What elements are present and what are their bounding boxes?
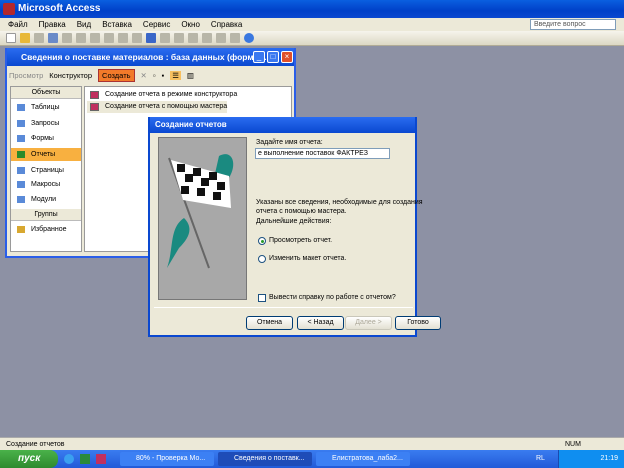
ask-question-input[interactable]: Введите вопрос: [530, 19, 616, 30]
start-button[interactable]: пуск: [0, 450, 58, 468]
undo-icon[interactable]: [146, 33, 156, 43]
small-icons-icon[interactable]: ▪: [162, 71, 165, 80]
report-icon: [17, 151, 25, 158]
system-tray: 21:19: [558, 450, 624, 468]
checkered-flag-image: [158, 137, 247, 300]
modify-option-label[interactable]: Изменить макет отчета.: [269, 255, 346, 262]
spelling-icon[interactable]: [90, 33, 100, 43]
design-button[interactable]: Конструктор: [49, 71, 92, 80]
report-name-input[interactable]: е выполнение поставок ФАКТРЕЗ: [255, 148, 390, 159]
report-wizard-dialog: Создание отчетов Задайте имя отчета: е в…: [148, 117, 441, 337]
divider: [154, 307, 413, 308]
new-object-icon[interactable]: [230, 33, 240, 43]
preview-button[interactable]: Просмотр: [9, 71, 43, 80]
favorites-icon: [17, 226, 25, 233]
groups-header[interactable]: Группы: [11, 209, 81, 221]
cancel-button[interactable]: Отмена: [246, 316, 293, 330]
info-text-2: отчета с помощью мастера.: [256, 208, 347, 215]
objects-panel: Объекты Таблицы Запросы Формы Отчеты Стр…: [10, 86, 82, 252]
group-favorites[interactable]: Избранное: [11, 223, 81, 236]
object-queries[interactable]: Запросы: [11, 117, 81, 130]
cut-icon[interactable]: [104, 33, 114, 43]
help-checkbox[interactable]: [258, 294, 266, 302]
search-icon[interactable]: [48, 33, 58, 43]
table-icon: [17, 104, 25, 111]
object-reports[interactable]: Отчеты: [11, 148, 81, 161]
preview-option-label[interactable]: Просмотреть отчет.: [269, 237, 332, 244]
task-word-document[interactable]: Елистратова_лаба2...: [316, 452, 410, 466]
menu-window[interactable]: Окно: [181, 20, 200, 29]
language-indicator[interactable]: RL: [536, 450, 545, 468]
excel-icon[interactable]: [80, 454, 90, 464]
open-icon[interactable]: [20, 33, 30, 43]
database-toolbar: Просмотр Конструктор Создать ✕ ▫ ▪ ☰ ▥: [9, 67, 292, 84]
delete-icon[interactable]: ✕: [141, 71, 147, 80]
menu-tools[interactable]: Сервис: [143, 20, 170, 29]
paste-icon[interactable]: [132, 33, 142, 43]
menu-view[interactable]: Вид: [77, 20, 91, 29]
list-view-icon[interactable]: ☰: [170, 71, 181, 80]
details-view-icon[interactable]: ▥: [187, 71, 194, 80]
object-tables[interactable]: Таблицы: [11, 101, 81, 114]
list-item[interactable]: Создание отчета с помощью мастера: [87, 101, 228, 113]
object-macros[interactable]: Макросы: [11, 178, 81, 191]
task-database[interactable]: Сведения о поставк...: [218, 452, 312, 466]
standard-toolbar: [0, 31, 624, 46]
app-title-bar: Microsoft Access: [0, 0, 624, 18]
menu-insert[interactable]: Вставка: [102, 20, 132, 29]
menu-edit[interactable]: Правка: [39, 20, 66, 29]
dialog-title: Создание отчетов: [150, 117, 415, 133]
object-modules[interactable]: Модули: [11, 193, 81, 206]
menu-help[interactable]: Справка: [211, 20, 242, 29]
next-button[interactable]: Далее >: [345, 316, 392, 330]
macro-icon: [17, 181, 25, 188]
access-icon: [3, 3, 15, 15]
database-window-title: Сведения о поставке материалов : база да…: [7, 48, 294, 66]
print-preview-icon[interactable]: [76, 33, 86, 43]
object-forms[interactable]: Формы: [11, 132, 81, 145]
maximize-button[interactable]: □: [267, 51, 279, 63]
task-antivirus[interactable]: 80% - Проверка Мо...: [120, 452, 214, 466]
ie-icon[interactable]: [64, 454, 74, 464]
large-icons-icon[interactable]: ▫: [153, 71, 156, 80]
help-checkbox-label[interactable]: Вывести справку по работе с отчетом?: [269, 294, 396, 301]
report-name-label: Задайте имя отчета:: [256, 139, 323, 146]
properties-icon[interactable]: [202, 33, 212, 43]
print-icon[interactable]: [62, 33, 72, 43]
taskbar: пуск 80% - Проверка Мо... Сведения о пос…: [0, 450, 624, 468]
wizard-icon: [90, 103, 99, 111]
access-quicklaunch-icon[interactable]: [96, 454, 106, 464]
analyze-icon[interactable]: [174, 33, 184, 43]
relationships-icon[interactable]: [216, 33, 226, 43]
minimize-button[interactable]: _: [253, 51, 265, 63]
form-icon: [17, 135, 25, 142]
finish-button[interactable]: Готово: [395, 316, 441, 330]
create-button[interactable]: Создать: [98, 69, 135, 82]
new-icon[interactable]: [6, 33, 16, 43]
object-pages[interactable]: Страницы: [11, 164, 81, 177]
back-button[interactable]: < Назад: [297, 316, 344, 330]
status-bar: Создание отчетов NUM: [0, 437, 624, 450]
actions-label: Дальнейшие действия:: [256, 218, 332, 225]
page-icon: [17, 167, 25, 174]
help-icon[interactable]: [244, 33, 254, 43]
module-icon: [17, 196, 25, 203]
status-text: Создание отчетов: [6, 441, 65, 448]
modify-radio[interactable]: [258, 255, 266, 263]
preview-radio[interactable]: [258, 237, 266, 245]
objects-header[interactable]: Объекты: [11, 87, 81, 99]
save-icon[interactable]: [34, 33, 44, 43]
list-item[interactable]: Создание отчета в режиме конструктора: [87, 89, 237, 101]
clock: 21:19: [600, 455, 618, 462]
copy-icon[interactable]: [118, 33, 128, 43]
wizard-icon: [90, 91, 99, 99]
close-button[interactable]: ×: [281, 51, 293, 63]
office-links-icon[interactable]: [160, 33, 170, 43]
code-icon[interactable]: [188, 33, 198, 43]
query-icon: [17, 120, 25, 127]
info-text-1: Указаны все сведения, необходимые для со…: [256, 199, 423, 206]
menu-bar: Файл Правка Вид Вставка Сервис Окно Спра…: [0, 18, 624, 31]
menu-file[interactable]: Файл: [8, 20, 28, 29]
